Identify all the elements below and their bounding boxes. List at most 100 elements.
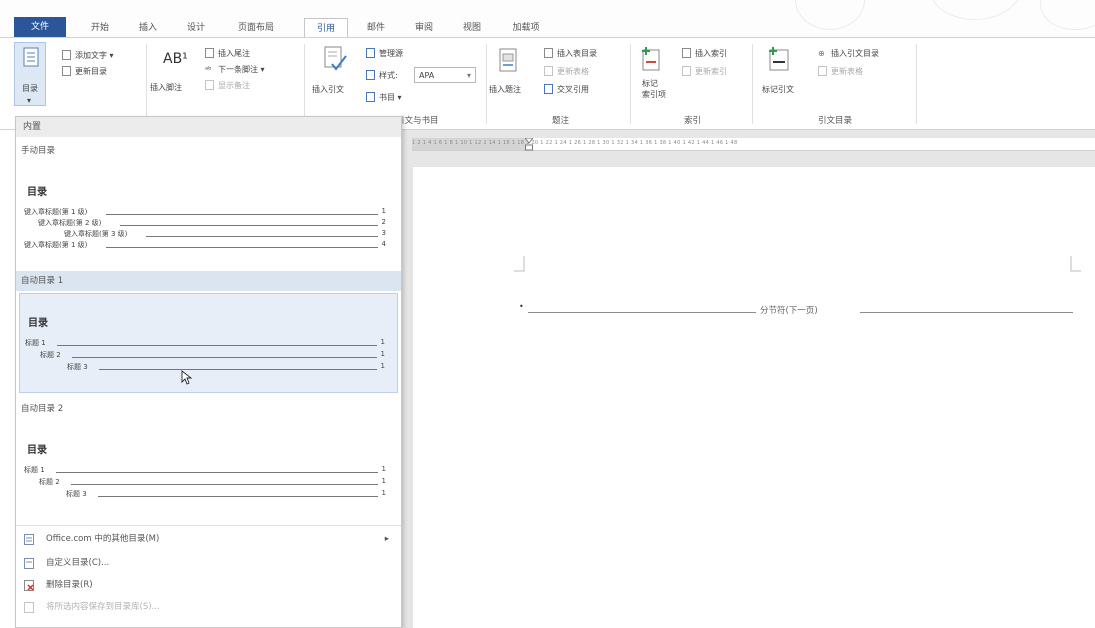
tab-references[interactable]: 引用	[304, 18, 348, 38]
insert-endnote-icon	[205, 48, 214, 58]
toc-leader	[146, 236, 378, 237]
horizontal-ruler[interactable]: 1 2 1 4 1 6 1 8 1 10 1 12 1 14 1 16 1 18…	[412, 138, 1095, 151]
toc-entry-page: 1	[381, 489, 386, 497]
tab-review[interactable]: 审阅	[404, 18, 444, 38]
remove-toc-icon	[24, 580, 34, 591]
toc-option-automatic-2[interactable]: 目录 标题 1 1 标题 2 1 标题 3 1	[19, 421, 398, 517]
page-corner-mark	[514, 256, 525, 272]
group-label-authorities: 引文目录	[818, 116, 853, 126]
save-selection-to-gallery-menu-item[interactable]: 将所选内容保存到目录库(S)...	[16, 597, 401, 617]
gallery-section-label: 手动目录	[21, 146, 56, 156]
toc-entry-page: 1	[381, 465, 386, 473]
section-break-line	[860, 312, 1073, 313]
toc-leader	[99, 369, 377, 370]
gallery-section-label: 自动目录 1	[16, 271, 401, 291]
toc-option-manual[interactable]: 目录 键入章标题(第 1 级) 1 键入章标题(第 2 级) 2 键入章标题(第…	[19, 161, 398, 265]
toc-entry-label: 键入章标题(第 1 级)	[24, 241, 88, 249]
toc-entry-page: 2	[381, 218, 386, 226]
submenu-arrow-icon: ▸	[384, 534, 389, 544]
group-label-citations: 引文与书目	[396, 116, 439, 126]
update-index-icon	[682, 66, 691, 76]
add-text-icon	[62, 50, 71, 60]
toc-entry-label: 标题 2	[40, 351, 61, 359]
tab-addins[interactable]: 加载项	[500, 18, 552, 38]
insert-footnote-button[interactable]: 插入脚注	[150, 82, 182, 93]
next-footnote-button[interactable]: 下一条脚注 ▾	[218, 64, 265, 75]
update-toc-button[interactable]: 更新目录	[75, 66, 107, 77]
insert-endnote-button[interactable]: 插入尾注	[218, 48, 250, 59]
toc-leader	[71, 484, 378, 485]
toc-preview-entry: 标题 2 1	[39, 477, 386, 487]
tab-home[interactable]: 开始	[80, 18, 120, 38]
toc-button-label: 目录	[22, 84, 38, 93]
bibliography-icon	[366, 92, 375, 102]
toc-preview-entry: 键入章标题(第 3 级) 3	[64, 229, 386, 239]
insert-toa-icon: ⊕	[818, 49, 825, 58]
next-footnote-icon: ᵃᵇ	[205, 65, 212, 74]
tab-file[interactable]: 文件	[14, 17, 66, 37]
gallery-header: 内置	[16, 117, 401, 137]
update-table-button[interactable]: 更新表格	[557, 66, 589, 77]
menu-separator	[16, 525, 401, 526]
document-page[interactable]	[413, 167, 1095, 628]
mark-entry-button[interactable]: 标记 索引项	[642, 78, 666, 100]
toc-entry-label: 标题 3	[67, 363, 88, 371]
update-index-button[interactable]: 更新索引	[695, 66, 727, 77]
toc-entry-page: 1	[380, 362, 385, 370]
tab-page-layout[interactable]: 页面布局	[224, 18, 288, 38]
more-toc-office-menu-item[interactable]: Office.com 中的其他目录(M) ▸	[16, 529, 401, 549]
group-separator	[752, 44, 753, 124]
indent-marker-icon[interactable]	[525, 138, 533, 151]
toc-preview-entry: 标题 3 1	[67, 362, 385, 372]
group-separator	[146, 44, 147, 124]
toc-leader	[56, 472, 378, 473]
decoration	[930, 0, 1020, 20]
mouse-cursor-icon	[181, 370, 192, 385]
toc-entry-page: 1	[380, 350, 385, 358]
page-corner-mark	[1070, 256, 1081, 272]
toc-gallery-dropdown: 内置 手动目录 目录 键入章标题(第 1 级) 1 键入章标题(第 2 级) 2…	[15, 116, 402, 628]
style-icon	[366, 70, 375, 80]
insert-table-of-figures-button[interactable]: 插入表目录	[557, 48, 597, 59]
tab-insert[interactable]: 插入	[128, 18, 168, 38]
toc-leader	[57, 345, 377, 346]
cross-reference-icon	[544, 84, 553, 94]
mark-citation-icon	[769, 47, 789, 71]
insert-citation-icon	[324, 46, 347, 71]
tab-design[interactable]: 设计	[176, 18, 216, 38]
toc-preview-entry: 标题 3 1	[66, 489, 386, 499]
save-to-gallery-icon	[24, 602, 34, 613]
paragraph-mark: •	[519, 302, 524, 311]
menu-item-label: 将所选内容保存到目录库(S)...	[46, 602, 160, 612]
show-notes-button[interactable]: 显示备注	[218, 80, 250, 91]
toc-preview-entry: 标题 1 1	[24, 465, 386, 475]
manage-sources-button[interactable]: 管理源	[379, 48, 403, 59]
toc-entry-label: 标题 1	[25, 339, 46, 347]
insert-index-button[interactable]: 插入索引	[695, 48, 727, 59]
section-break[interactable]: 分节符(下一页)	[528, 304, 1073, 318]
toc-preview-entry: 键入章标题(第 1 级) 4	[24, 240, 386, 250]
tab-mailings[interactable]: 邮件	[356, 18, 396, 38]
group-label-index: 索引	[684, 116, 702, 126]
add-text-button[interactable]: 添加文字 ▾	[75, 50, 114, 61]
insert-toa-button[interactable]: 插入引文目录	[831, 48, 879, 59]
update-toa-button[interactable]: 更新表格	[831, 66, 863, 77]
remove-toc-menu-item[interactable]: 删除目录(R)	[16, 575, 401, 595]
style-dropdown[interactable]: APA ▾	[414, 67, 476, 83]
toc-preview-title: 目录	[28, 318, 48, 329]
style-label: 样式:	[379, 71, 398, 80]
toc-option-automatic-1[interactable]: 目录 标题 1 1 标题 2 1 标题 3 1	[19, 293, 398, 393]
group-separator	[916, 44, 917, 124]
table-of-contents-icon	[23, 47, 39, 67]
tab-view[interactable]: 视图	[452, 18, 492, 38]
insert-citation-button[interactable]: 插入引文	[312, 84, 344, 95]
bibliography-button[interactable]: 书目 ▾	[379, 92, 402, 103]
toc-preview-title: 目录	[27, 187, 47, 198]
mark-citation-button[interactable]: 标记引文	[762, 84, 794, 95]
toc-entry-page: 1	[381, 207, 386, 215]
insert-caption-button[interactable]: 插入题注	[489, 84, 521, 95]
cross-reference-button[interactable]: 交叉引用	[557, 84, 589, 95]
toc-button[interactable]: 目录 ▾	[14, 42, 46, 106]
custom-toc-menu-item[interactable]: 自定义目录(C)...	[16, 553, 401, 573]
toc-leader	[120, 225, 378, 226]
